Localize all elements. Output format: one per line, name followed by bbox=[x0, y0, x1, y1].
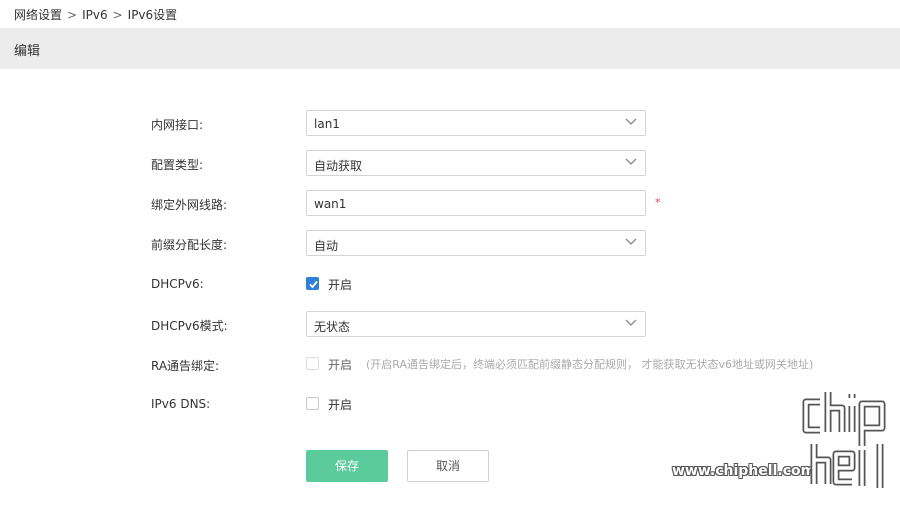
wan-line-label: 绑定外网线路: bbox=[151, 198, 228, 212]
ipv6-dns-label: IPv6 DNS: bbox=[151, 397, 211, 411]
chiphell-watermark: www.chiphell.com bbox=[672, 388, 894, 496]
wan-line-value: wan1 bbox=[314, 197, 347, 211]
form-row-dhcpv6-mode: DHCPv6模式: 无状态 bbox=[0, 311, 900, 337]
form-row-config-type: 配置类型: 自动获取 bbox=[0, 150, 900, 176]
prefix-length-value: 自动 bbox=[314, 239, 339, 253]
chevron-down-icon bbox=[625, 319, 637, 326]
dhcpv6-mode-value: 无状态 bbox=[314, 320, 351, 334]
breadcrumb-item-network-settings[interactable]: 网络设置 bbox=[14, 8, 62, 22]
wan-line-input[interactable]: wan1 bbox=[306, 190, 646, 216]
ipv6-dns-checkbox[interactable] bbox=[306, 397, 319, 410]
form-row-prefix-length: 前缀分配长度: 自动 bbox=[0, 230, 900, 256]
required-mark: * bbox=[655, 196, 661, 209]
ipv6-dns-option-label[interactable]: 开启 bbox=[328, 396, 352, 413]
dhcpv6-option-label[interactable]: 开启 bbox=[328, 276, 352, 293]
section-header: 编辑 bbox=[0, 28, 900, 69]
chevron-down-icon bbox=[625, 118, 637, 125]
lan-interface-select[interactable]: lan1 bbox=[306, 110, 646, 136]
save-button[interactable]: 保存 bbox=[306, 450, 388, 482]
form-row-ra-binding: RA通告绑定: 开启 (开启RA通告绑定后，终端必须匹配前缀静态分配规则， 才能… bbox=[0, 351, 900, 377]
section-title: 编辑 bbox=[14, 44, 41, 59]
prefix-length-label: 前缀分配长度: bbox=[151, 238, 228, 252]
config-type-label: 配置类型: bbox=[151, 158, 204, 172]
chevron-down-icon bbox=[625, 158, 637, 165]
watermark-url: www.chiphell.com bbox=[672, 463, 816, 479]
dhcpv6-checkbox[interactable] bbox=[306, 277, 319, 290]
ra-binding-option-label[interactable]: 开启 bbox=[328, 356, 352, 373]
ra-binding-label: RA通告绑定: bbox=[151, 359, 220, 373]
config-type-select[interactable]: 自动获取 bbox=[306, 150, 646, 176]
dhcpv6-mode-label: DHCPv6模式: bbox=[151, 319, 228, 333]
form-row-lan-interface: 内网接口: lan1 bbox=[0, 110, 900, 136]
breadcrumb: 网络设置 > IPv6 > IPv6设置 bbox=[14, 6, 177, 23]
dhcpv6-label: DHCPv6: bbox=[151, 277, 204, 291]
form-row-wan-line: 绑定外网线路: wan1 * bbox=[0, 190, 900, 216]
checkmark-icon bbox=[309, 280, 318, 289]
dhcpv6-mode-select[interactable]: 无状态 bbox=[306, 311, 646, 337]
cancel-button[interactable]: 取消 bbox=[407, 450, 489, 482]
breadcrumb-separator: > bbox=[112, 8, 123, 22]
config-type-value: 自动获取 bbox=[314, 159, 363, 173]
lan-interface-label: 内网接口: bbox=[151, 118, 204, 132]
chiphell-logo-icon bbox=[802, 392, 886, 488]
lan-interface-value: lan1 bbox=[314, 117, 340, 131]
breadcrumb-item-ipv6-settings: IPv6设置 bbox=[127, 8, 178, 22]
chevron-down-icon bbox=[625, 238, 637, 245]
ra-binding-checkbox[interactable] bbox=[306, 357, 319, 370]
form-row-dhcpv6: DHCPv6: 开启 bbox=[0, 271, 900, 297]
ra-binding-hint: (开启RA通告绑定后，终端必须匹配前缀静态分配规则， 才能获取无状态v6地址或网… bbox=[366, 358, 814, 371]
breadcrumb-item-ipv6[interactable]: IPv6 bbox=[82, 8, 108, 22]
breadcrumb-separator: > bbox=[67, 8, 78, 22]
prefix-length-select[interactable]: 自动 bbox=[306, 230, 646, 256]
